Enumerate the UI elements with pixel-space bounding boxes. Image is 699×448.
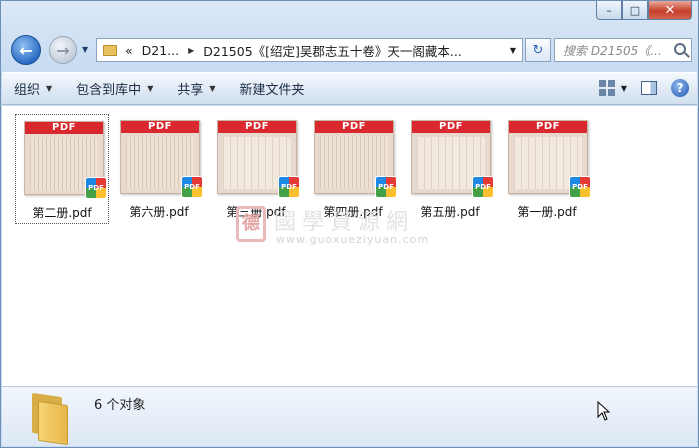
pdf-band: PDF [25, 122, 103, 134]
pdf-band: PDF [412, 121, 490, 133]
file-item[interactable]: PDF PDF 第四册.pdf [306, 114, 400, 224]
file-list[interactable]: PDF PDF 第二册.pdf PDF PDF 第六册.pdf PDF PDF … [2, 106, 697, 386]
organize-button[interactable]: 组织 ▼ [2, 79, 64, 98]
change-view-button[interactable]: ▼ [598, 80, 627, 96]
share-button[interactable]: 共享 ▼ [165, 79, 227, 98]
search-placeholder: 搜索 D21505《... [563, 43, 662, 58]
explorer-window: – □ ✕ ← → ▼ « D21... ▶ D21505《[绍定]吴郡志五十卷… [0, 0, 699, 448]
forward-button[interactable]: → [49, 36, 77, 64]
chevron-down-icon: ▼ [46, 84, 53, 93]
maximize-button[interactable]: □ [622, 1, 648, 20]
command-bar: 组织 ▼ 包含到库中 ▼ 共享 ▼ 新建文件夹 ▼ ? [2, 72, 697, 105]
minimize-button[interactable]: – [596, 1, 622, 20]
pdf-file-icon: PDF [85, 177, 107, 199]
watermark-url: www.guoxueziyuan.com [276, 233, 430, 246]
organize-label: 组织 [14, 83, 41, 98]
file-name: 第三册.pdf [226, 205, 286, 219]
new-folder-button[interactable]: 新建文件夹 [228, 79, 317, 98]
caption-buttons: – □ ✕ [596, 1, 692, 20]
recent-pages-dropdown[interactable]: ▼ [82, 45, 88, 54]
address-dropdown-icon[interactable]: ▼ [510, 46, 516, 55]
include-label: 包含到库中 [76, 83, 142, 98]
search-input[interactable]: 搜索 D21505《... [554, 38, 692, 62]
new-folder-label: 新建文件夹 [239, 83, 305, 98]
pdf-file-icon: PDF [278, 176, 300, 198]
file-item[interactable]: PDF PDF 第三册.pdf [209, 114, 303, 224]
toolbar-right: ▼ ? [598, 79, 689, 97]
pdf-band: PDF [315, 121, 393, 133]
pdf-band: PDF [218, 121, 296, 133]
breadcrumb-item-current[interactable]: D21505《[绍定]吴郡志五十卷》天一阁藏本... [203, 41, 462, 60]
pdf-file-icon: PDF [569, 176, 591, 198]
item-count: 6 个对象 [94, 398, 146, 413]
folder-icon [28, 392, 74, 446]
address-bar[interactable]: « D21... ▶ D21505《[绍定]吴郡志五十卷》天一阁藏本... ▼ [96, 38, 523, 62]
help-icon[interactable]: ? [671, 79, 689, 97]
file-name: 第四册.pdf [323, 205, 383, 219]
file-name: 第一册.pdf [517, 205, 577, 219]
back-button[interactable]: ← [11, 35, 41, 65]
refresh-button[interactable]: ↻ [525, 38, 551, 62]
navigation-bar: ← → ▼ « D21... ▶ D21505《[绍定]吴郡志五十卷》天一阁藏本… [9, 35, 692, 65]
share-label: 共享 [177, 83, 204, 98]
chevron-down-icon: ▼ [147, 84, 154, 93]
pdf-band: PDF [509, 121, 587, 133]
file-item[interactable]: PDF PDF 第五册.pdf [403, 114, 497, 224]
pdf-file-icon: PDF [181, 176, 203, 198]
file-item[interactable]: PDF PDF 第二册.pdf [15, 114, 109, 224]
search-icon[interactable] [674, 43, 686, 55]
file-name: 第五册.pdf [420, 205, 480, 219]
pdf-file-icon: PDF [375, 176, 397, 198]
chevron-down-icon: ▼ [620, 83, 627, 93]
pdf-band: PDF [121, 121, 199, 133]
file-name: 第六册.pdf [129, 205, 189, 219]
folder-icon [103, 44, 117, 56]
include-in-library-button[interactable]: 包含到库中 ▼ [64, 79, 165, 98]
pdf-file-icon: PDF [472, 176, 494, 198]
refresh-icon: ↻ [532, 42, 544, 58]
breadcrumb-item-parent[interactable]: D21... [142, 43, 179, 58]
view-icon [598, 80, 615, 96]
file-name: 第二册.pdf [32, 206, 92, 220]
close-button[interactable]: ✕ [648, 1, 692, 20]
chevron-down-icon: ▼ [209, 84, 216, 93]
arrow-left-icon: ← [19, 40, 33, 60]
breadcrumb-overflow[interactable]: « [125, 43, 133, 58]
file-item[interactable]: PDF PDF 第六册.pdf [112, 114, 206, 224]
breadcrumb-chevron-icon[interactable]: ▶ [188, 46, 194, 55]
arrow-right-icon: → [56, 40, 70, 60]
preview-pane-icon[interactable] [641, 81, 657, 95]
file-item[interactable]: PDF PDF 第一册.pdf [500, 114, 594, 224]
breadcrumb: « D21... ▶ D21505《[绍定]吴郡志五十卷》天一阁藏本... [125, 41, 462, 60]
details-pane: 6 个对象 [2, 386, 697, 446]
